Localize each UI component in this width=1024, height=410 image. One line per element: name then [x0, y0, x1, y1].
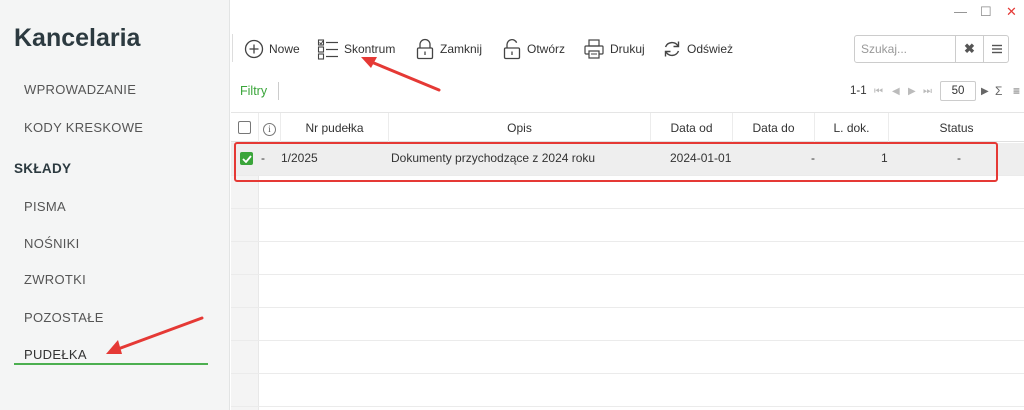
filter-divider	[278, 82, 279, 100]
empty-row	[231, 209, 1024, 242]
sidebar-item-pozostale[interactable]: POZOSTAŁE	[24, 310, 104, 325]
sidebar-section-sklady[interactable]: SKŁADY	[14, 161, 71, 176]
column-header-l-dok[interactable]: L. dok.	[815, 113, 889, 143]
row-marker: -	[261, 151, 265, 165]
app-title: Kancelaria	[14, 24, 141, 52]
search-input[interactable]	[855, 42, 955, 56]
cell-l-dok: 1	[881, 151, 888, 165]
cell-data-od: 2024-01-01	[670, 151, 732, 165]
close-button[interactable]: ✕	[1006, 4, 1017, 20]
sidebar-item-pudelka[interactable]: PUDEŁKA	[24, 347, 87, 362]
sum-icon[interactable]: Σ	[995, 84, 1002, 98]
column-menu-icon[interactable]: ≡	[1013, 84, 1020, 98]
cell-opis: Dokumenty przychodzące z 2024 roku	[391, 151, 596, 165]
unlock-icon	[502, 38, 522, 60]
cell-data-do: -	[811, 151, 815, 165]
sidebar: Kancelaria WPROWADZANIE KODY KRESKOWE SK…	[0, 0, 230, 410]
sidebar-item-nosniki[interactable]: NOŚNIKI	[24, 236, 80, 251]
app-window: Kancelaria WPROWADZANIE KODY KRESKOWE SK…	[0, 0, 1024, 410]
active-item-underline	[14, 363, 208, 365]
refresh-button[interactable]: Odśwież	[662, 36, 733, 62]
open-box-button-label: Otwórz	[527, 42, 566, 56]
table-header: i Nr pudełka Opis Data od Data do L. dok…	[231, 112, 1024, 143]
close-box-button-label: Zamknij	[440, 42, 483, 56]
empty-row	[231, 341, 1024, 374]
toolbar-divider	[232, 34, 233, 62]
select-all-checkbox[interactable]	[238, 121, 251, 134]
empty-row	[231, 176, 1024, 209]
empty-row	[231, 308, 1024, 341]
first-page-icon[interactable]: ⏮	[874, 86, 883, 97]
clear-search-icon[interactable]: ✖	[955, 36, 983, 62]
refresh-icon	[662, 39, 682, 59]
empty-row	[231, 242, 1024, 275]
info-header-cell: i	[259, 113, 281, 143]
checklist-icon	[317, 38, 339, 60]
skontrum-button-label: Skontrum	[344, 42, 396, 56]
menu-icon[interactable]	[983, 36, 1009, 62]
plus-circle-icon	[244, 39, 264, 59]
column-header-opis[interactable]: Opis	[389, 113, 651, 143]
printer-icon	[583, 38, 605, 60]
sidebar-item-wprowadzanie[interactable]: WPROWADZANIE	[24, 82, 136, 97]
open-box-button[interactable]: Otwórz	[502, 36, 565, 62]
sidebar-item-kody-kreskowe[interactable]: KODY KRESKOWE	[24, 120, 143, 135]
info-icon: i	[263, 122, 276, 136]
row-checkbox[interactable]	[240, 152, 253, 165]
print-button-label: Drukuj	[610, 42, 645, 56]
column-header-data-od[interactable]: Data od	[651, 113, 733, 143]
search-box: ✖	[854, 35, 1009, 63]
table-row[interactable]: - 1/2025 Dokumenty przychodzące z 2024 r…	[231, 143, 1024, 176]
next-page-icon[interactable]: ▶	[908, 86, 916, 97]
filters-link[interactable]: Filtry	[240, 84, 267, 98]
column-header-nr[interactable]: Nr pudełka	[281, 113, 389, 143]
sidebar-item-pisma[interactable]: PISMA	[24, 199, 66, 214]
cell-status: -	[957, 151, 961, 165]
cell-nr: 1/2025	[281, 151, 318, 165]
empty-row	[231, 275, 1024, 308]
select-all-cell	[231, 113, 259, 143]
sidebar-item-zwrotki[interactable]: ZWROTKI	[24, 272, 86, 287]
maximize-button[interactable]: ☐	[980, 4, 992, 20]
page-size-input[interactable]: 50	[940, 81, 976, 101]
refresh-button-label: Odśwież	[687, 42, 734, 56]
print-button[interactable]: Drukuj	[583, 36, 645, 62]
column-header-data-do[interactable]: Data do	[733, 113, 815, 143]
column-header-status[interactable]: Status	[889, 113, 1024, 143]
prev-page-icon[interactable]: ◀	[892, 86, 900, 97]
empty-row	[231, 374, 1024, 407]
lock-icon	[415, 38, 435, 60]
minimize-button[interactable]: —	[954, 4, 967, 19]
close-box-button[interactable]: Zamknij	[415, 36, 482, 62]
pager-range: 1-1	[850, 85, 867, 97]
new-button[interactable]: Nowe	[244, 36, 300, 62]
new-button-label: Nowe	[269, 42, 300, 56]
skontrum-button[interactable]: Skontrum	[317, 36, 395, 62]
page-size-dropdown-icon[interactable]: ▶	[981, 86, 989, 97]
last-page-icon[interactable]: ⏭	[923, 86, 932, 97]
boxes-table: i Nr pudełka Opis Data od Data do L. dok…	[231, 112, 1024, 410]
